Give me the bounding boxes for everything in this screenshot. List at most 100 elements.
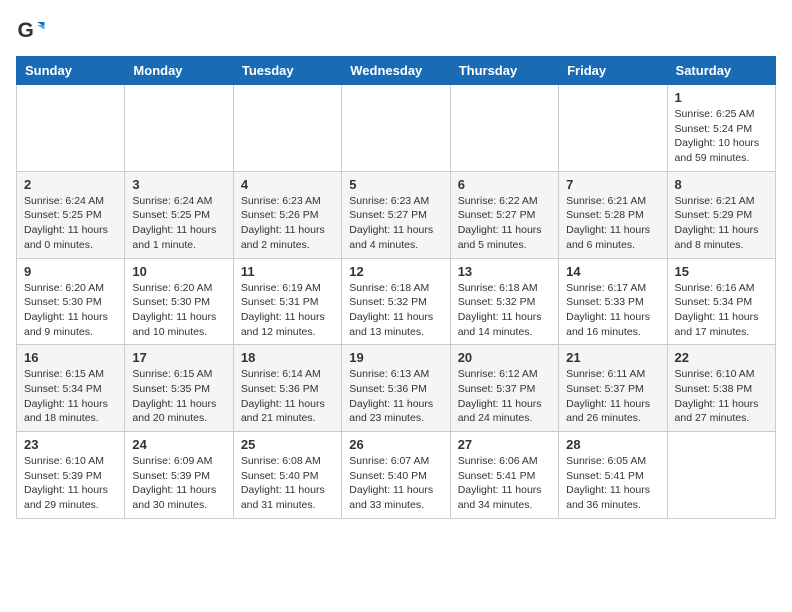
logo: G xyxy=(16,16,50,46)
day-number: 20 xyxy=(458,350,551,365)
day-number: 1 xyxy=(675,90,768,105)
day-info: Sunrise: 6:21 AM Sunset: 5:29 PM Dayligh… xyxy=(675,194,768,253)
day-number: 10 xyxy=(132,264,225,279)
day-info: Sunrise: 6:19 AM Sunset: 5:31 PM Dayligh… xyxy=(241,281,334,340)
day-number: 11 xyxy=(241,264,334,279)
day-number: 28 xyxy=(566,437,659,452)
day-info: Sunrise: 6:14 AM Sunset: 5:36 PM Dayligh… xyxy=(241,367,334,426)
day-info: Sunrise: 6:11 AM Sunset: 5:37 PM Dayligh… xyxy=(566,367,659,426)
calendar-cell: 11 Sunrise: 6:19 AM Sunset: 5:31 PM Dayli… xyxy=(233,258,341,345)
calendar-cell: 17 Sunrise: 6:15 AM Sunset: 5:35 PM Dayli… xyxy=(125,345,233,432)
day-number: 17 xyxy=(132,350,225,365)
calendar-cell: 6 Sunrise: 6:22 AM Sunset: 5:27 PM Daylig… xyxy=(450,171,558,258)
day-number: 27 xyxy=(458,437,551,452)
day-info: Sunrise: 6:17 AM Sunset: 5:33 PM Dayligh… xyxy=(566,281,659,340)
day-info: Sunrise: 6:10 AM Sunset: 5:38 PM Dayligh… xyxy=(675,367,768,426)
weekday-header-friday: Friday xyxy=(559,57,667,85)
day-info: Sunrise: 6:08 AM Sunset: 5:40 PM Dayligh… xyxy=(241,454,334,513)
day-number: 16 xyxy=(24,350,117,365)
calendar-cell: 26 Sunrise: 6:07 AM Sunset: 5:40 PM Dayli… xyxy=(342,432,450,519)
day-info: Sunrise: 6:15 AM Sunset: 5:35 PM Dayligh… xyxy=(132,367,225,426)
weekday-header-wednesday: Wednesday xyxy=(342,57,450,85)
day-number: 21 xyxy=(566,350,659,365)
day-info: Sunrise: 6:05 AM Sunset: 5:41 PM Dayligh… xyxy=(566,454,659,513)
day-info: Sunrise: 6:18 AM Sunset: 5:32 PM Dayligh… xyxy=(349,281,442,340)
calendar-cell: 12 Sunrise: 6:18 AM Sunset: 5:32 PM Dayli… xyxy=(342,258,450,345)
calendar-cell xyxy=(125,85,233,172)
calendar-header-row: SundayMondayTuesdayWednesdayThursdayFrid… xyxy=(17,57,776,85)
day-number: 23 xyxy=(24,437,117,452)
day-info: Sunrise: 6:25 AM Sunset: 5:24 PM Dayligh… xyxy=(675,107,768,166)
day-info: Sunrise: 6:07 AM Sunset: 5:40 PM Dayligh… xyxy=(349,454,442,513)
calendar-cell: 18 Sunrise: 6:14 AM Sunset: 5:36 PM Dayli… xyxy=(233,345,341,432)
day-info: Sunrise: 6:16 AM Sunset: 5:34 PM Dayligh… xyxy=(675,281,768,340)
day-number: 18 xyxy=(241,350,334,365)
calendar-cell: 13Sunrise: 6:18 AM Sunset: 5:32 PM Dayli… xyxy=(450,258,558,345)
day-number: 8 xyxy=(675,177,768,192)
calendar-cell: 22 Sunrise: 6:10 AM Sunset: 5:38 PM Dayli… xyxy=(667,345,775,432)
day-number: 14 xyxy=(566,264,659,279)
day-number: 24 xyxy=(132,437,225,452)
day-info: Sunrise: 6:13 AM Sunset: 5:36 PM Dayligh… xyxy=(349,367,442,426)
calendar-cell: 2 Sunrise: 6:24 AM Sunset: 5:25 PM Daylig… xyxy=(17,171,125,258)
day-info: Sunrise: 6:20 AM Sunset: 5:30 PM Dayligh… xyxy=(24,281,117,340)
calendar-cell: 9 Sunrise: 6:20 AM Sunset: 5:30 PM Daylig… xyxy=(17,258,125,345)
weekday-header-sunday: Sunday xyxy=(17,57,125,85)
calendar-cell: 25 Sunrise: 6:08 AM Sunset: 5:40 PM Dayli… xyxy=(233,432,341,519)
calendar-cell: 23Sunrise: 6:10 AM Sunset: 5:39 PM Dayli… xyxy=(17,432,125,519)
weekday-header-thursday: Thursday xyxy=(450,57,558,85)
calendar-week-row: 23Sunrise: 6:10 AM Sunset: 5:39 PM Dayli… xyxy=(17,432,776,519)
svg-text:G: G xyxy=(18,19,34,42)
weekday-header-saturday: Saturday xyxy=(667,57,775,85)
calendar-cell xyxy=(342,85,450,172)
calendar-week-row: 2 Sunrise: 6:24 AM Sunset: 5:25 PM Daylig… xyxy=(17,171,776,258)
calendar-cell: 10 Sunrise: 6:20 AM Sunset: 5:30 PM Dayli… xyxy=(125,258,233,345)
calendar-cell: 3 Sunrise: 6:24 AM Sunset: 5:25 PM Daylig… xyxy=(125,171,233,258)
day-info: Sunrise: 6:22 AM Sunset: 5:27 PM Dayligh… xyxy=(458,194,551,253)
calendar-cell: 16Sunrise: 6:15 AM Sunset: 5:34 PM Dayli… xyxy=(17,345,125,432)
calendar-cell xyxy=(559,85,667,172)
calendar-cell: 5 Sunrise: 6:23 AM Sunset: 5:27 PM Daylig… xyxy=(342,171,450,258)
day-info: Sunrise: 6:23 AM Sunset: 5:27 PM Dayligh… xyxy=(349,194,442,253)
day-info: Sunrise: 6:06 AM Sunset: 5:41 PM Dayligh… xyxy=(458,454,551,513)
day-number: 25 xyxy=(241,437,334,452)
day-number: 9 xyxy=(24,264,117,279)
calendar-week-row: 16Sunrise: 6:15 AM Sunset: 5:34 PM Dayli… xyxy=(17,345,776,432)
calendar-cell: 28 Sunrise: 6:05 AM Sunset: 5:41 PM Dayli… xyxy=(559,432,667,519)
day-number: 22 xyxy=(675,350,768,365)
day-number: 26 xyxy=(349,437,442,452)
page-header: G xyxy=(16,16,776,46)
calendar-cell: 1 Sunrise: 6:25 AM Sunset: 5:24 PM Daylig… xyxy=(667,85,775,172)
calendar-cell: 27 Sunrise: 6:06 AM Sunset: 5:41 PM Dayli… xyxy=(450,432,558,519)
calendar-cell: 8 Sunrise: 6:21 AM Sunset: 5:29 PM Daylig… xyxy=(667,171,775,258)
day-number: 5 xyxy=(349,177,442,192)
day-info: Sunrise: 6:18 AM Sunset: 5:32 PM Dayligh… xyxy=(458,281,551,340)
day-info: Sunrise: 6:21 AM Sunset: 5:28 PM Dayligh… xyxy=(566,194,659,253)
day-info: Sunrise: 6:24 AM Sunset: 5:25 PM Dayligh… xyxy=(24,194,117,253)
day-number: 3 xyxy=(132,177,225,192)
calendar-table: SundayMondayTuesdayWednesdayThursdayFrid… xyxy=(16,56,776,519)
day-info: Sunrise: 6:20 AM Sunset: 5:30 PM Dayligh… xyxy=(132,281,225,340)
day-info: Sunrise: 6:09 AM Sunset: 5:39 PM Dayligh… xyxy=(132,454,225,513)
day-number: 7 xyxy=(566,177,659,192)
calendar-cell: 14 Sunrise: 6:17 AM Sunset: 5:33 PM Dayli… xyxy=(559,258,667,345)
calendar-cell: 19 Sunrise: 6:13 AM Sunset: 5:36 PM Dayli… xyxy=(342,345,450,432)
day-number: 2 xyxy=(24,177,117,192)
calendar-cell: 20Sunrise: 6:12 AM Sunset: 5:37 PM Dayli… xyxy=(450,345,558,432)
day-number: 19 xyxy=(349,350,442,365)
calendar-cell xyxy=(17,85,125,172)
weekday-header-monday: Monday xyxy=(125,57,233,85)
calendar-week-row: 1 Sunrise: 6:25 AM Sunset: 5:24 PM Daylig… xyxy=(17,85,776,172)
day-number: 6 xyxy=(458,177,551,192)
calendar-cell: 15Sunrise: 6:16 AM Sunset: 5:34 PM Dayli… xyxy=(667,258,775,345)
calendar-cell xyxy=(450,85,558,172)
day-info: Sunrise: 6:24 AM Sunset: 5:25 PM Dayligh… xyxy=(132,194,225,253)
day-info: Sunrise: 6:23 AM Sunset: 5:26 PM Dayligh… xyxy=(241,194,334,253)
day-number: 4 xyxy=(241,177,334,192)
calendar-cell xyxy=(233,85,341,172)
calendar-cell: 21 Sunrise: 6:11 AM Sunset: 5:37 PM Dayli… xyxy=(559,345,667,432)
calendar-cell: 7 Sunrise: 6:21 AM Sunset: 5:28 PM Daylig… xyxy=(559,171,667,258)
day-number: 12 xyxy=(349,264,442,279)
calendar-cell: 24 Sunrise: 6:09 AM Sunset: 5:39 PM Dayli… xyxy=(125,432,233,519)
calendar-week-row: 9 Sunrise: 6:20 AM Sunset: 5:30 PM Daylig… xyxy=(17,258,776,345)
